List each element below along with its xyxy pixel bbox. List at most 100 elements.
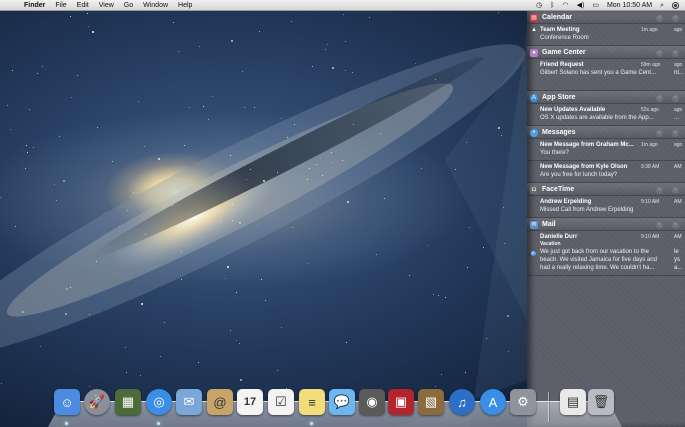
star: [65, 313, 67, 315]
menu-file[interactable]: File: [55, 0, 66, 11]
menu-edit[interactable]: Edit: [77, 0, 89, 11]
calendar-icon[interactable]: 17: [237, 389, 263, 415]
notification-item[interactable]: ▲ Team Meeting 1m ago ago Conference Roo…: [527, 24, 685, 46]
app-store-icon[interactable]: A: [480, 389, 506, 415]
menu-view[interactable]: View: [99, 0, 114, 11]
finder-icon[interactable]: ☺: [54, 389, 80, 415]
time-machine-icon[interactable]: ◷: [536, 0, 542, 11]
close-icon[interactable]: ×: [656, 50, 663, 57]
nc-section-calendar[interactable]: ▤ Calendar × ×: [527, 11, 685, 24]
star: [265, 300, 266, 301]
notification-item[interactable]: Andrew Erpelding 9:10 AM AM Missed Call …: [527, 196, 685, 218]
mission-control-icon[interactable]: ▦: [115, 389, 141, 415]
star: [376, 254, 377, 255]
star: [178, 51, 179, 52]
star: [409, 275, 410, 276]
star: [309, 168, 310, 169]
volume-icon[interactable]: ◀): [577, 0, 585, 11]
close-icon[interactable]: ×: [672, 130, 679, 137]
notification-item[interactable]: Danielle Durr 9:10 AM AM Vacation We jus…: [527, 231, 685, 276]
star: [467, 267, 468, 268]
nc-section-title: FaceTime: [542, 186, 575, 193]
star: [508, 351, 509, 352]
menu-window[interactable]: Window: [143, 0, 168, 11]
menu-app-name[interactable]: Finder: [24, 0, 45, 11]
wifi-icon[interactable]: ◠: [562, 0, 568, 11]
close-icon[interactable]: ×: [672, 187, 679, 194]
contacts-icon[interactable]: @: [207, 389, 233, 415]
notification-item[interactable]: New Updates Available 52s ago ago OS X u…: [527, 104, 685, 126]
star: [281, 118, 282, 119]
mail-stamp-icon[interactable]: ✉: [176, 389, 202, 415]
star: [59, 136, 60, 137]
notification-item[interactable]: New Message from Kyle Olson 9:38 AM AM A…: [527, 161, 685, 183]
close-icon[interactable]: ×: [672, 15, 679, 22]
documents-stack-icon[interactable]: ▤: [560, 389, 586, 415]
calendar-icon: ▤: [530, 13, 538, 22]
star: [441, 374, 442, 375]
star: [427, 245, 428, 246]
spotlight-icon[interactable]: ⌕: [660, 0, 664, 11]
star: [320, 158, 321, 159]
close-icon[interactable]: ×: [656, 15, 663, 22]
messages-icon: •: [530, 128, 538, 137]
star: [287, 137, 288, 138]
notification-item[interactable]: New Message from Graham Mc... 1m ago ago…: [527, 139, 685, 161]
notification-item[interactable]: Friend Request 59m ago ago Gilbert Solan…: [527, 59, 685, 91]
running-indicator: [310, 422, 313, 425]
notification-center-icon[interactable]: [672, 2, 679, 9]
star: [254, 107, 255, 108]
facetime-icon[interactable]: ◉: [359, 389, 385, 415]
notification-title: New Message from Graham Mc...: [540, 142, 634, 148]
notification-time-fragment: AM: [674, 199, 682, 205]
star: [380, 133, 381, 134]
nc-section-mail[interactable]: ✉ Mail × ×: [527, 218, 685, 231]
star: [236, 292, 237, 293]
star: [503, 207, 504, 208]
nc-section-title: Game Center: [542, 49, 586, 56]
star: [465, 372, 466, 373]
trash-icon[interactable]: 🗑: [588, 389, 614, 415]
notification-time: 1m ago: [641, 142, 658, 148]
close-icon[interactable]: ×: [656, 130, 663, 137]
system-preferences-icon[interactable]: ⚙: [510, 389, 536, 415]
alert-arrow-icon: ▲: [531, 27, 537, 33]
messages-icon[interactable]: 💬: [329, 389, 355, 415]
notification-time: 9:10 AM: [641, 234, 660, 240]
star: [332, 162, 333, 163]
itunes-icon[interactable]: ♫: [449, 389, 475, 415]
star: [54, 184, 55, 185]
star: [281, 327, 282, 328]
bluetooth-icon[interactable]: ᛒ: [550, 0, 554, 11]
star: [507, 315, 509, 317]
star: [63, 180, 65, 182]
star: [498, 127, 500, 129]
notes-icon[interactable]: ≡: [299, 389, 325, 415]
menu-go[interactable]: Go: [124, 0, 133, 11]
menu-clock[interactable]: Mon 10:50 AM: [607, 0, 652, 11]
close-icon[interactable]: ×: [672, 50, 679, 57]
reminders-icon[interactable]: ☑: [268, 389, 294, 415]
star: [199, 46, 200, 47]
nc-section-game-center[interactable]: ● Game Center × ×: [527, 46, 685, 59]
photo-booth-icon[interactable]: ▣: [388, 389, 414, 415]
star: [455, 169, 456, 170]
menu-help[interactable]: Help: [178, 0, 192, 11]
star: [346, 342, 347, 343]
close-icon[interactable]: ×: [672, 222, 679, 229]
iphoto-icon[interactable]: ▧: [418, 389, 444, 415]
nc-section-app-store[interactable]: A App Store × ×: [527, 91, 685, 104]
safari-icon[interactable]: ◎: [146, 389, 172, 415]
close-icon[interactable]: ×: [672, 95, 679, 102]
game-center-icon: ●: [530, 48, 538, 57]
battery-icon[interactable]: ▭: [592, 0, 599, 11]
launchpad-icon[interactable]: 🚀: [84, 389, 110, 415]
close-icon[interactable]: ×: [656, 222, 663, 229]
close-icon[interactable]: ×: [656, 95, 663, 102]
nc-section-facetime[interactable]: ◘ FaceTime × ×: [527, 183, 685, 196]
nc-section-messages[interactable]: • Messages × ×: [527, 126, 685, 139]
close-icon[interactable]: ×: [656, 187, 663, 194]
star: [240, 379, 242, 381]
star: [0, 197, 1, 198]
notification-body-fragment: le: [674, 249, 679, 255]
